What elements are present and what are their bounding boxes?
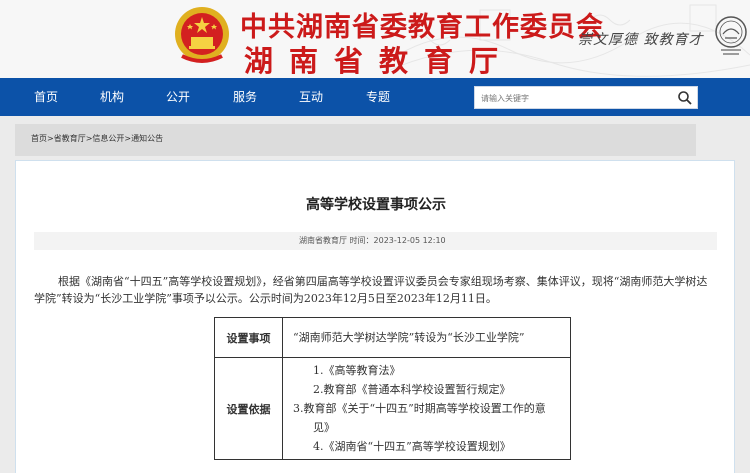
search-icon[interactable] [677,90,693,106]
breadcrumb[interactable]: 首页>省教育厅>信息公开>通知公告 [31,133,163,144]
basis-item: 2.教育部《普通本科学校设置暂行规定》 [313,383,511,396]
table-value-basis: 1.《高等教育法》 2.教育部《普通本科学校设置暂行规定》 3.教育部《关于“十… [282,357,571,460]
nav-item-organization[interactable]: 机构 [100,78,124,116]
nav-item-public[interactable]: 公开 [166,78,190,116]
search-box [474,86,698,109]
announcement-table: 设置事项 “湖南师范大学树达学院”转设为“长沙工业学院” 设置依据 1.《高等教… [214,317,571,460]
nav-item-home[interactable]: 首页 [34,78,58,116]
site-subtitle: 湖南省教育厅 [244,44,515,78]
search-input[interactable] [481,89,671,107]
table-row: 设置依据 1.《高等教育法》 2.教育部《普通本科学校设置暂行规定》 3.教育部… [214,357,571,460]
site-header: 中共湖南省委教育工作委员会 湖南省教育厅 崇文厚德 致教育才 [0,0,750,78]
nav-item-service[interactable]: 服务 [233,78,257,116]
basis-item: 3.教育部《关于“十四五”时期高等学校设置工作的意见》 [293,402,546,434]
article-panel: 高等学校设置事项公示 湖南省教育厅 时间：2023-12-05 12:10 根据… [15,160,735,473]
article-body: 根据《湖南省“十四五”高等学校设置规划》，经省第四届高等学校设置评议委员会专家组… [34,275,708,305]
breadcrumb-bar: 首页>省教育厅>信息公开>通知公告 [15,124,696,156]
article-meta: 湖南省教育厅 时间：2023-12-05 12:10 [34,232,717,250]
article-title: 高等学校设置事项公示 [306,197,446,213]
main-nav: 首页 机构 公开 服务 互动 专题 [0,78,750,116]
nav-item-interaction[interactable]: 互动 [299,78,323,116]
table-head-item: 设置事项 [214,317,283,358]
seal-logo-icon [715,16,747,55]
table-value-item: “湖南师范大学树达学院”转设为“长沙工业学院” [282,317,571,358]
national-emblem-icon [175,7,229,63]
site-slogan: 崇文厚德 致教育才 [578,32,704,48]
nav-item-topics[interactable]: 专题 [366,78,390,116]
basis-item: 4.《湖南省“十四五”高等学校设置规划》 [313,440,511,453]
basis-item: 1.《高等教育法》 [313,364,401,377]
table-row: 设置事项 “湖南师范大学树达学院”转设为“长沙工业学院” [214,317,571,358]
